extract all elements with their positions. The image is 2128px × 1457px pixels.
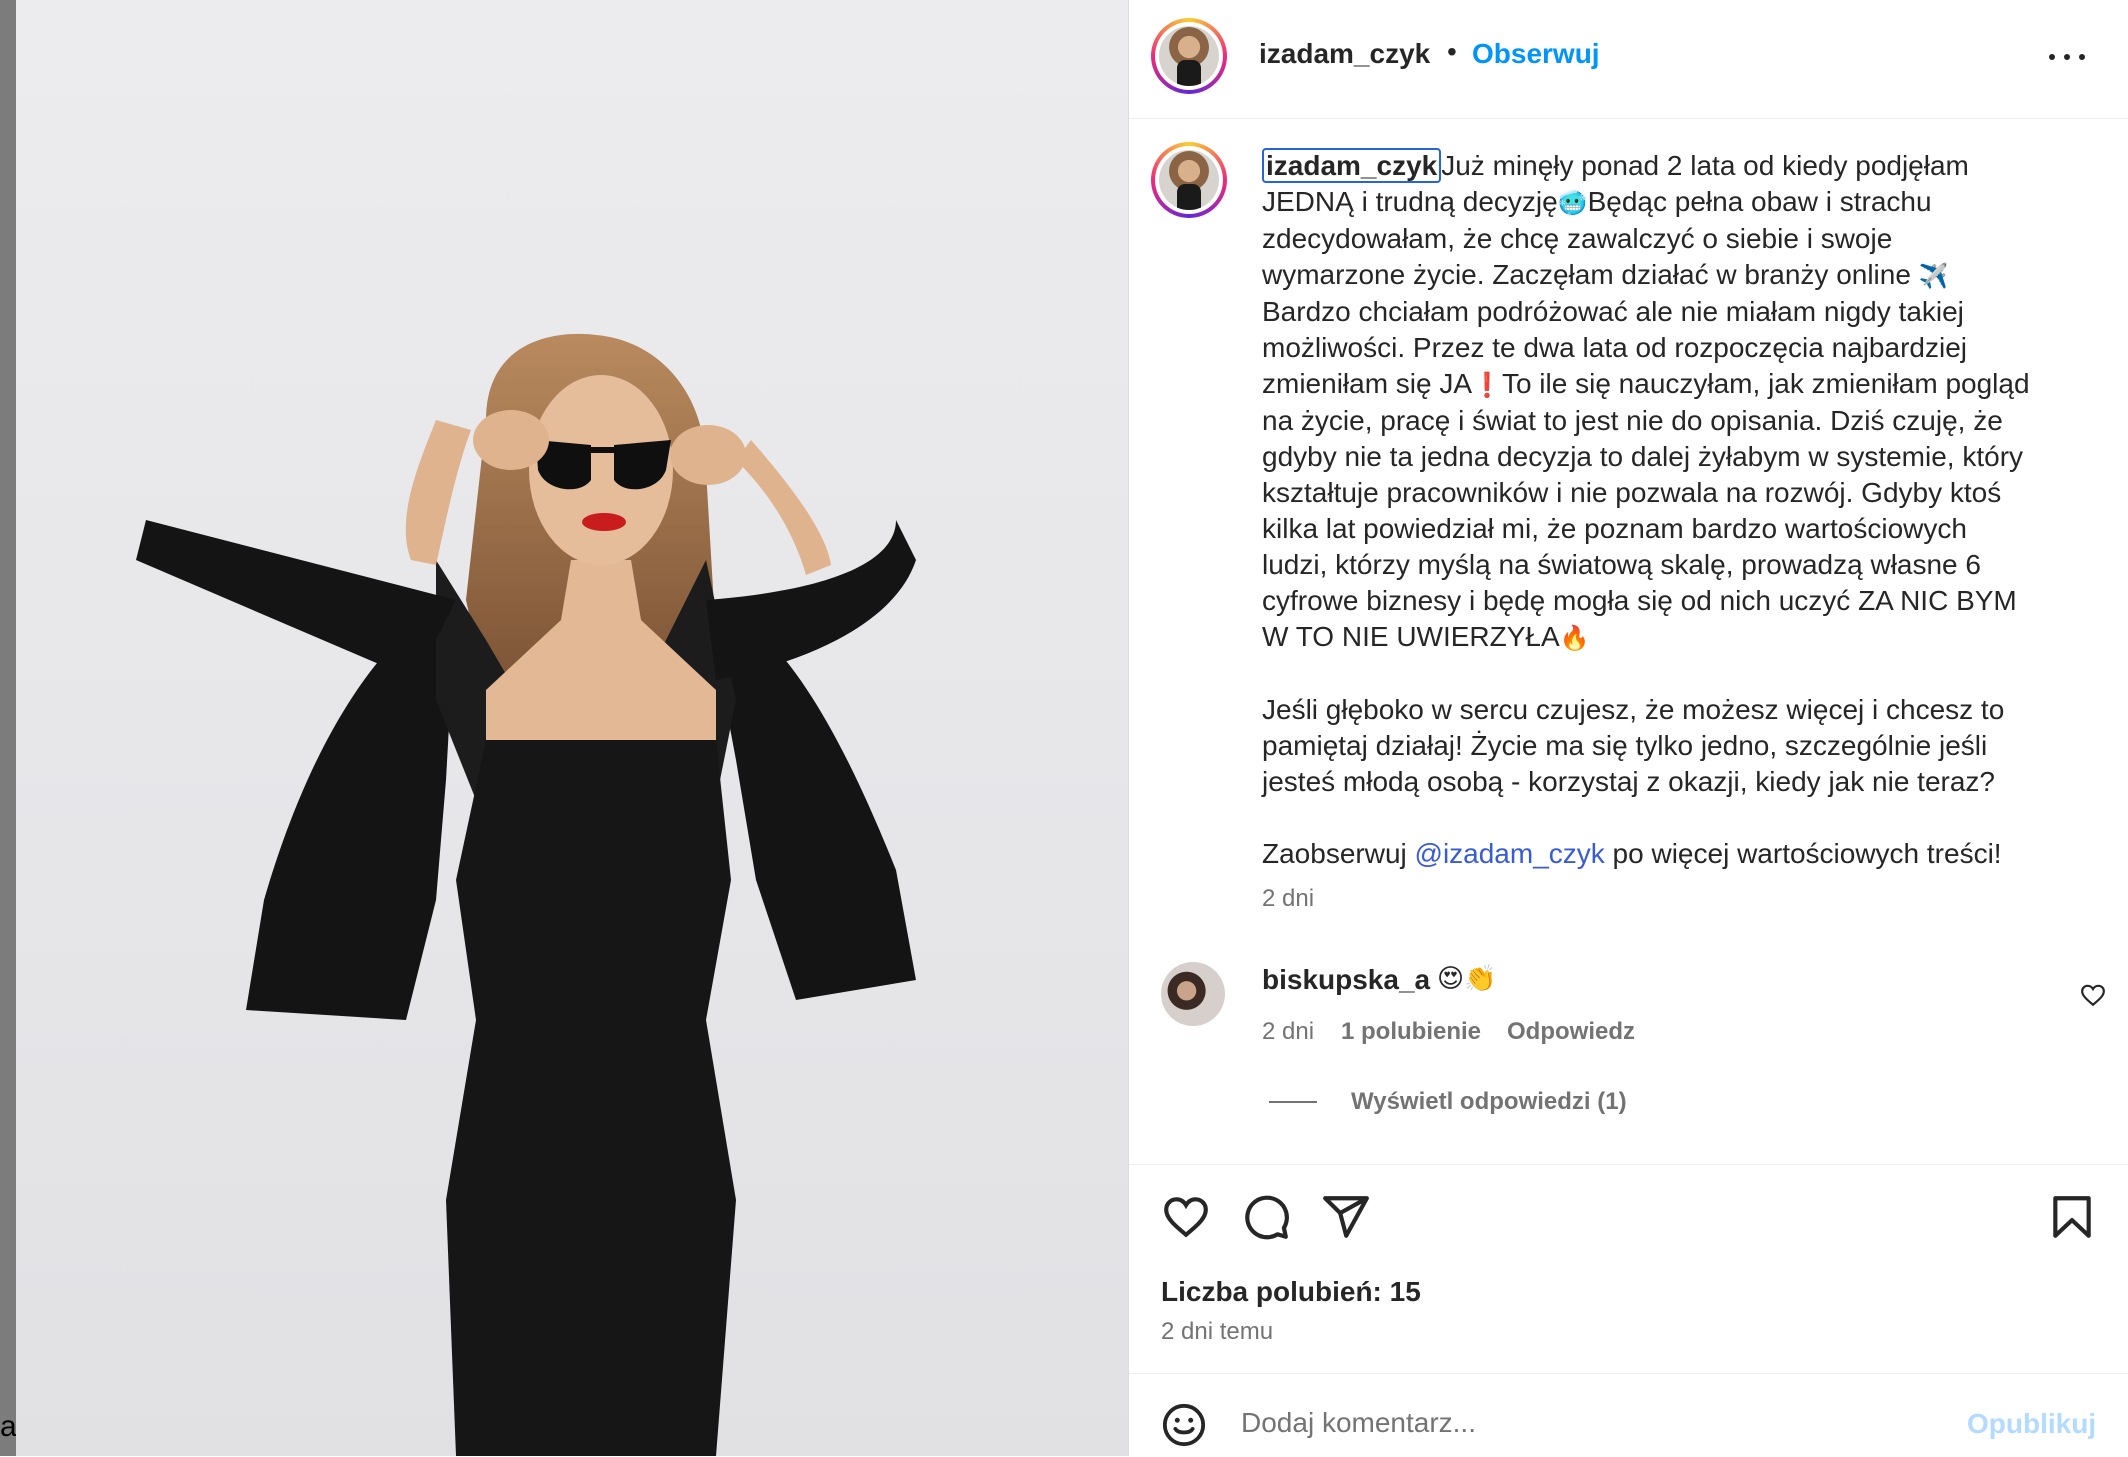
- view-replies-button[interactable]: Wyświetl odpowiedzi (1): [1351, 1088, 1627, 1116]
- commenter-username[interactable]: biskupska_a: [1262, 964, 1430, 996]
- emoji-smile-icon[interactable]: [1161, 1402, 1207, 1448]
- cold-face-emoji: 🥶: [1557, 189, 1588, 217]
- mention-link[interactable]: @izadam_czyk: [1415, 838, 1605, 869]
- comment-text: 😍👏: [1437, 964, 1497, 994]
- post-timestamp[interactable]: 2 dni temu: [1161, 1318, 1273, 1346]
- post-side-panel: izadam_czyk • Obserwuj izadam_czyk Już mi…: [1128, 0, 2128, 1456]
- follow-button[interactable]: Obserwuj: [1472, 38, 1600, 70]
- comment-likes-count[interactable]: 1 polubienie: [1341, 1018, 1481, 1046]
- post-header: izadam_czyk • Obserwuj: [1129, 0, 2128, 119]
- share-icon[interactable]: [1321, 1192, 1371, 1242]
- actions-divider: [1129, 1164, 2128, 1166]
- fire-emoji: 🔥: [1559, 624, 1590, 652]
- more-horizontal-icon[interactable]: [2047, 44, 2087, 68]
- heart-icon[interactable]: [1161, 1192, 1211, 1242]
- background-window-edge: [0, 0, 16, 1456]
- reply-button[interactable]: Odpowiedz: [1507, 1018, 1635, 1046]
- comment-input[interactable]: [1241, 1400, 1941, 1446]
- author-avatar[interactable]: [1151, 18, 1227, 94]
- commenter-avatar[interactable]: [1161, 962, 1225, 1026]
- post-photo[interactable]: [16, 0, 1128, 1456]
- publish-button[interactable]: Opublikuj: [1967, 1408, 2096, 1440]
- comment-heart-icon[interactable]: [2080, 982, 2106, 1008]
- author-username[interactable]: izadam_czyk: [1259, 38, 1430, 70]
- comment-icon[interactable]: [1241, 1192, 1291, 1242]
- post-caption: izadam_czyk Już minęły ponad 2 lata od ki…: [1262, 148, 2030, 869]
- replies-divider: [1269, 1101, 1317, 1103]
- likes-count[interactable]: Liczba polubień: 15: [1161, 1276, 1421, 1308]
- exclamation-emoji: ❗: [1472, 371, 1502, 399]
- caption-timestamp[interactable]: 2 dni: [1262, 885, 1314, 913]
- airplane-emoji: ✈️: [1918, 262, 1949, 290]
- background-window-text: a: [0, 1410, 17, 1443]
- bookmark-icon[interactable]: [2047, 1192, 2097, 1242]
- comment-timestamp[interactable]: 2 dni: [1262, 1018, 1314, 1046]
- separator-dot: •: [1447, 36, 1457, 67]
- add-comment-bar: Opublikuj: [1129, 1373, 2128, 1457]
- caption-username[interactable]: izadam_czyk: [1262, 148, 1442, 183]
- caption-author-avatar[interactable]: [1151, 142, 1227, 218]
- woman-in-black-dress-image: [136, 333, 916, 1456]
